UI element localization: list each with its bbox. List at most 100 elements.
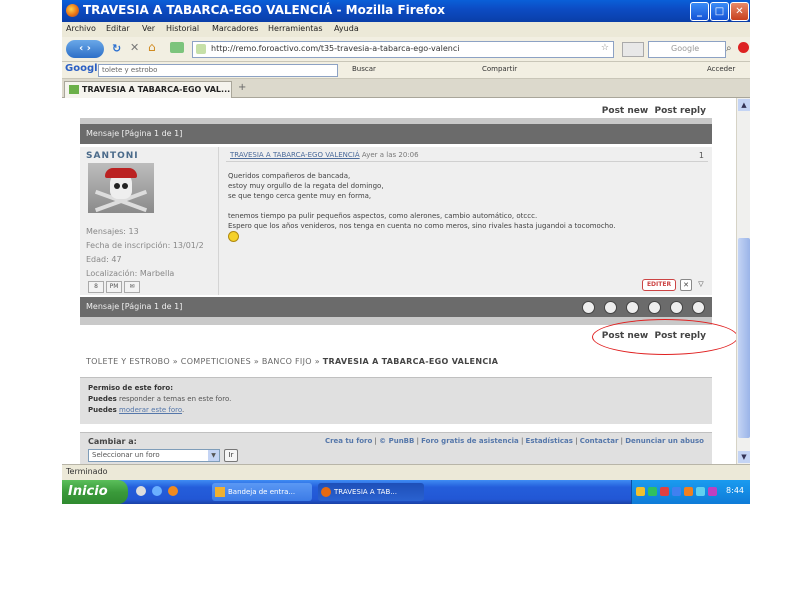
annotation-circle bbox=[592, 319, 736, 355]
change-forum-label: Cambiar a: bbox=[88, 437, 137, 446]
post-date: Ayer a las 20:06 bbox=[361, 151, 419, 159]
eye-shape bbox=[122, 183, 128, 189]
tray-icon[interactable] bbox=[660, 487, 669, 496]
tray-icon[interactable] bbox=[636, 487, 645, 496]
menu-marcadores[interactable]: Marcadores bbox=[212, 24, 258, 33]
tab-travesia[interactable]: TRAVESIA A TABARCA-EGO VAL... bbox=[64, 81, 232, 98]
back-forward-button[interactable]: ‹ › bbox=[66, 40, 104, 58]
hat-shape bbox=[105, 168, 137, 178]
page-viewport: Post new Post reply Mensaje [Página 1 de… bbox=[62, 98, 736, 464]
email-button[interactable]: ✉ bbox=[124, 281, 140, 293]
google-compartir-button[interactable]: Compartir bbox=[482, 65, 517, 73]
menu-ver[interactable]: Ver bbox=[142, 24, 155, 33]
window-title-bar[interactable]: TRAVESIA A TABARCA-EGO VALENCIÁ - Mozill… bbox=[62, 0, 750, 22]
moderation-icon[interactable] bbox=[692, 301, 705, 314]
start-button[interactable]: Inicio bbox=[62, 480, 128, 504]
tray-icon[interactable] bbox=[696, 487, 705, 496]
eye-shape bbox=[114, 183, 120, 189]
bookmark-icon[interactable] bbox=[170, 42, 184, 53]
google-toolbar: Google tolete y estrobo Buscar Compartir… bbox=[62, 62, 750, 79]
scroll-up-icon[interactable]: ▲ bbox=[738, 99, 750, 111]
new-tab-button[interactable]: + bbox=[238, 82, 246, 93]
minimize-button[interactable]: _ bbox=[690, 2, 709, 21]
scroll-down-icon[interactable]: ▼ bbox=[738, 451, 750, 463]
footer-link-stats[interactable]: Estadísticas bbox=[526, 437, 573, 445]
message-line: Espero que los años venideros, nos tenga… bbox=[228, 222, 616, 230]
reload-icon[interactable]: ↻ bbox=[112, 42, 121, 55]
taskbar-firefox-button[interactable]: TRAVESIA A TAB... bbox=[318, 483, 424, 501]
footer-link-abuse[interactable]: Denunciar un abuso bbox=[625, 437, 704, 445]
avatar bbox=[88, 163, 154, 213]
vertical-scrollbar[interactable]: ▲ ▼ bbox=[736, 98, 750, 464]
taskbar-btn2-label: TRAVESIA A TAB... bbox=[334, 488, 397, 496]
perms-label: Puedes bbox=[88, 406, 117, 414]
menu-editar[interactable]: Editar bbox=[106, 24, 130, 33]
search-input[interactable]: Google bbox=[648, 41, 726, 58]
moderation-icon[interactable] bbox=[670, 301, 683, 314]
tray-icon[interactable] bbox=[648, 487, 657, 496]
chevron-down-icon: ▼ bbox=[208, 450, 219, 461]
navigation-toolbar: ‹ › ↻ ✕ ⌂ http://remo.foroactivo.com/t35… bbox=[62, 37, 750, 62]
moderation-icon[interactable] bbox=[648, 301, 661, 314]
moderation-icon[interactable] bbox=[626, 301, 639, 314]
menu-bar: Archivo Editar Ver Historial Marcadores … bbox=[62, 22, 750, 37]
address-bar[interactable]: http://remo.foroactivo.com/t35-travesia-… bbox=[192, 41, 614, 58]
footer-link-contact[interactable]: Contactar bbox=[580, 437, 619, 445]
tray-icon[interactable] bbox=[672, 487, 681, 496]
pm-button[interactable]: PM bbox=[106, 281, 122, 293]
menu-archivo[interactable]: Archivo bbox=[66, 24, 96, 33]
moderation-icon[interactable] bbox=[604, 301, 617, 314]
post-title-link[interactable]: TRAVESIA A TABARCA-EGO VALENCIÁ bbox=[230, 151, 360, 159]
tray-icon[interactable] bbox=[708, 487, 717, 496]
post-author[interactable]: SANTONI bbox=[86, 151, 139, 161]
profile-age: Edad: 47 bbox=[86, 255, 122, 264]
google-acceder-button[interactable]: Acceder bbox=[707, 65, 735, 73]
star-icon[interactable]: ☆ bbox=[601, 43, 609, 53]
google-buscar-button[interactable]: Buscar bbox=[352, 65, 376, 73]
post-new-link[interactable]: Post new bbox=[602, 106, 648, 116]
stop-icon[interactable]: ✕ bbox=[130, 41, 139, 54]
desktop-icon[interactable] bbox=[136, 486, 146, 496]
warn-icon[interactable]: ▽ bbox=[696, 279, 706, 289]
edit-button[interactable]: EDITER bbox=[642, 279, 676, 291]
tray-icon[interactable] bbox=[684, 487, 693, 496]
ie-icon[interactable] bbox=[152, 486, 162, 496]
adblock-icon[interactable] bbox=[738, 42, 749, 53]
search-engine-icon[interactable] bbox=[622, 42, 644, 57]
go-button[interactable]: Ir bbox=[224, 449, 238, 462]
menu-ayuda[interactable]: Ayuda bbox=[334, 24, 359, 33]
message-line: Queridos compañeros de bancada, bbox=[228, 172, 351, 180]
window-title: TRAVESIA A TABARCA-EGO VALENCIÁ - Mozill… bbox=[83, 3, 446, 17]
menu-herramientas[interactable]: Herramientas bbox=[268, 24, 323, 33]
scrollbar-thumb[interactable] bbox=[738, 238, 750, 438]
forum-select[interactable]: Seleccionar un foro ▼ bbox=[88, 449, 220, 462]
moderate-forum-link[interactable]: moderar este foro bbox=[119, 406, 182, 414]
taskbar-outlook-button[interactable]: Bandeja de entra... bbox=[212, 483, 312, 501]
maximize-button[interactable]: □ bbox=[710, 2, 729, 21]
taskbar-btn1-label: Bandeja de entra... bbox=[228, 488, 296, 496]
skull-shape bbox=[105, 168, 137, 199]
footer-link-punbb[interactable]: © PunBB bbox=[379, 437, 414, 445]
moderation-icon[interactable] bbox=[582, 301, 595, 314]
forum-select-value: Seleccionar un foro bbox=[92, 451, 160, 459]
profile-button[interactable]: 8 bbox=[88, 281, 104, 293]
close-button[interactable]: ✕ bbox=[730, 2, 749, 21]
page-label-bottom: Mensaje [Página 1 de 1] bbox=[86, 302, 183, 311]
search-magnifier-icon[interactable]: ⌕ bbox=[726, 43, 732, 54]
delete-icon[interactable]: ✕ bbox=[680, 279, 692, 291]
forum-permissions: Permiso de este foro: Puedes responder a… bbox=[80, 377, 712, 424]
post-message: Queridos compañeros de bancada, estoy mu… bbox=[228, 171, 708, 245]
breadcrumb-path[interactable]: TOLETE Y ESTROBO » COMPETICIONES » BANCO… bbox=[86, 357, 320, 366]
firefox-quicklaunch-icon[interactable] bbox=[168, 486, 178, 496]
post-reply-link[interactable]: Post reply bbox=[654, 106, 706, 116]
menu-historial[interactable]: Historial bbox=[166, 24, 199, 33]
meta-divider bbox=[226, 161, 708, 162]
footer-link-support[interactable]: Foro gratis de asistencia bbox=[421, 437, 519, 445]
google-search-input[interactable]: tolete y estrobo bbox=[98, 64, 338, 77]
post-meta: TRAVESIA A TABARCA-EGO VALENCIÁ Ayer a l… bbox=[230, 151, 419, 159]
firefox-icon bbox=[66, 4, 79, 17]
home-icon[interactable]: ⌂ bbox=[148, 40, 156, 54]
post: SANTONI Mensajes: 13 Fecha de inscripció… bbox=[80, 147, 712, 295]
footer-link-create[interactable]: Crea tu foro bbox=[325, 437, 372, 445]
profile-messages: Mensajes: 13 bbox=[86, 227, 139, 236]
